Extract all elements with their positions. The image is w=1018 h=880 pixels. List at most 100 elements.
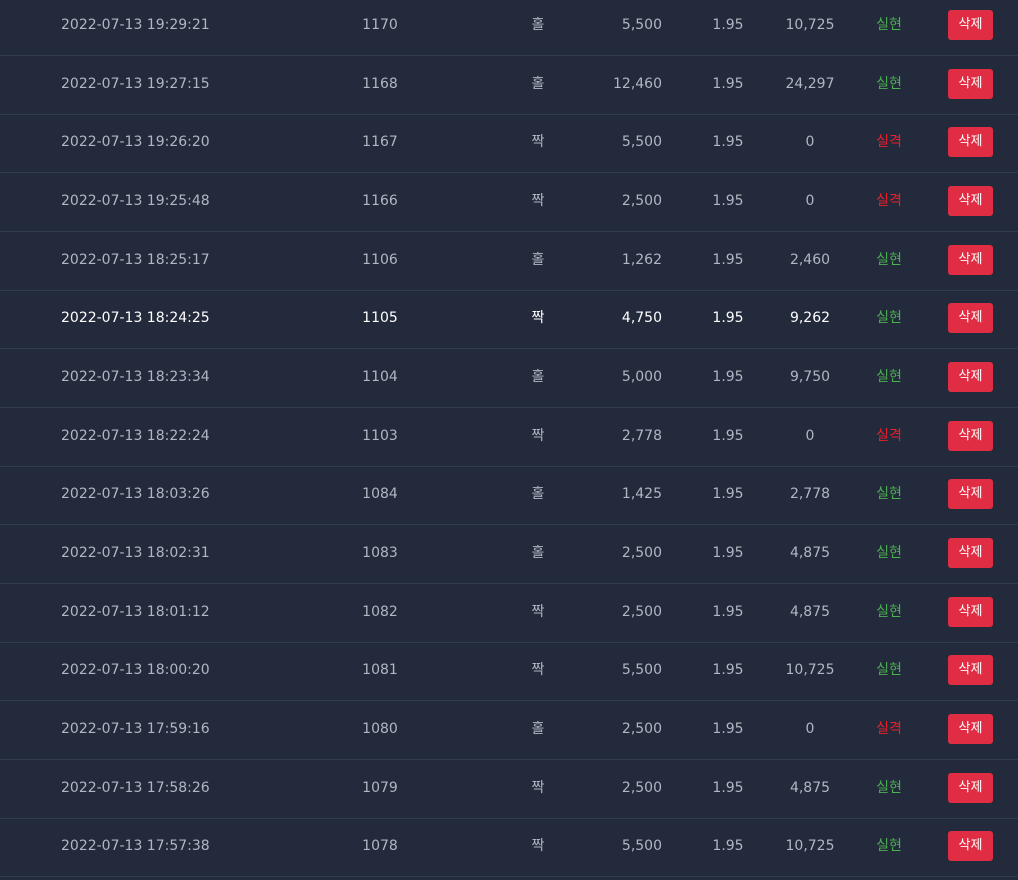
delete-button[interactable]: 삭제 — [948, 538, 993, 569]
pick: 홀 — [531, 75, 545, 92]
pick: 홀 — [531, 369, 545, 386]
odds: 1.95 — [712, 662, 744, 679]
pick: 홀 — [531, 545, 545, 562]
delete-button[interactable]: 삭제 — [948, 10, 993, 40]
result-badge: 실현 — [876, 545, 902, 562]
payout-amount: 0 — [805, 193, 815, 209]
round-number: 1166 — [362, 193, 398, 209]
result-badge: 실현 — [876, 17, 902, 33]
payout-amount: 0 — [805, 134, 815, 151]
delete-button[interactable]: 삭제 — [948, 714, 993, 745]
odds: 1.95 — [712, 134, 744, 151]
delete-button[interactable]: 삭제 — [948, 244, 993, 275]
pick: 홀 — [531, 251, 545, 268]
bet-amount: 5,500 — [621, 662, 662, 679]
result-badge: 실격 — [876, 427, 902, 444]
bet-time: 2022-07-13 19:29:21 — [61, 17, 210, 33]
payout-amount: 0 — [805, 721, 815, 738]
pick: 홀 — [531, 721, 545, 738]
bet-time: 2022-07-13 18:00:20 — [61, 662, 210, 679]
bet-amount: 2,500 — [621, 545, 662, 562]
bet-amount: 2,500 — [621, 603, 662, 620]
bet-time: 2022-07-13 18:03:26 — [61, 486, 210, 503]
table-row: 2022-07-13 17:58:26 1079 짝 2,500 1.95 4,… — [0, 761, 1018, 819]
payout-amount: 2,460 — [789, 251, 831, 268]
payout-amount: 9,750 — [789, 369, 831, 386]
bet-time: 2022-07-13 17:57:38 — [61, 838, 210, 855]
bet-time: 2022-07-13 19:26:20 — [61, 134, 210, 151]
bet-amount: 4,750 — [621, 310, 662, 327]
round-number: 1084 — [362, 486, 398, 503]
delete-button[interactable]: 삭제 — [948, 420, 993, 451]
bet-amount: 1,262 — [621, 251, 662, 268]
delete-button[interactable]: 삭제 — [948, 127, 993, 158]
bet-amount: 2,500 — [621, 779, 662, 796]
odds: 1.95 — [712, 603, 744, 620]
pick: 홀 — [531, 486, 545, 503]
delete-button[interactable]: 삭제 — [948, 655, 993, 686]
payout-amount: 9,262 — [789, 310, 831, 327]
result-badge: 실현 — [876, 486, 902, 503]
bet-amount: 1,425 — [621, 486, 662, 503]
table-row: 2022-07-13 17:57:38 1078 짝 5,500 1.95 10… — [0, 819, 1018, 878]
delete-button[interactable]: 삭제 — [948, 479, 993, 510]
payout-amount: 4,875 — [789, 545, 831, 562]
round-number: 1080 — [362, 721, 398, 738]
delete-button[interactable]: 삭제 — [948, 186, 993, 216]
odds: 1.95 — [712, 838, 744, 855]
result-badge: 실현 — [876, 75, 902, 92]
payout-amount: 4,875 — [789, 603, 831, 620]
bet-amount: 5,500 — [621, 17, 662, 33]
delete-button[interactable]: 삭제 — [948, 772, 993, 803]
bet-history-table: 2022-07-13 19:29:21 1170 홀 5,500 1.95 10… — [0, 0, 1018, 880]
bet-amount: 2,500 — [621, 721, 662, 738]
pick: 짝 — [531, 603, 545, 620]
table-row: 2022-07-13 19:25:48 1166 짝 2,500 1.95 0 … — [0, 174, 1018, 232]
pick: 짝 — [531, 310, 545, 327]
round-number: 1079 — [362, 779, 398, 796]
round-number: 1082 — [362, 603, 398, 620]
bet-time: 2022-07-13 17:59:16 — [61, 721, 210, 738]
delete-button[interactable]: 삭제 — [948, 831, 993, 862]
pick: 홀 — [531, 17, 545, 33]
payout-amount: 2,778 — [789, 486, 831, 503]
result-badge: 실현 — [876, 251, 902, 268]
odds: 1.95 — [712, 310, 744, 327]
pick: 짝 — [531, 427, 545, 444]
table-row: 2022-07-13 17:59:16 1080 홀 2,500 1.95 0 … — [0, 702, 1018, 761]
delete-button[interactable]: 삭제 — [948, 68, 993, 99]
bet-time: 2022-07-13 18:01:12 — [61, 603, 210, 620]
payout-amount: 24,297 — [785, 75, 835, 92]
result-badge: 실격 — [876, 193, 902, 209]
odds: 1.95 — [712, 251, 744, 268]
delete-button[interactable]: 삭제 — [948, 362, 993, 393]
payout-amount: 10,725 — [785, 662, 835, 679]
odds: 1.95 — [712, 75, 744, 92]
result-badge: 실현 — [876, 603, 902, 620]
table-row: 2022-07-13 18:03:26 1084 홀 1,425 1.95 2,… — [0, 467, 1018, 526]
pick: 짝 — [531, 838, 545, 855]
table-row: 2022-07-13 19:26:20 1167 짝 5,500 1.95 0 … — [0, 115, 1018, 174]
table-row: 2022-07-13 18:22:24 1103 짝 2,778 1.95 0 … — [0, 409, 1018, 467]
round-number: 1104 — [362, 369, 398, 386]
odds: 1.95 — [712, 369, 744, 386]
bet-time: 2022-07-13 18:24:25 — [61, 310, 210, 327]
table-row: 2022-07-13 18:00:20 1081 짝 5,500 1.95 10… — [0, 643, 1018, 702]
table-row: 2022-07-13 18:02:31 1083 홀 2,500 1.95 4,… — [0, 526, 1018, 585]
result-badge: 실격 — [876, 721, 902, 738]
result-badge: 실현 — [876, 310, 902, 327]
odds: 1.95 — [712, 545, 744, 562]
round-number: 1083 — [362, 545, 398, 562]
bet-amount: 5,000 — [621, 369, 662, 386]
delete-button[interactable]: 삭제 — [948, 596, 993, 627]
bet-time: 2022-07-13 18:25:17 — [61, 251, 210, 268]
table-row: 2022-07-13 19:27:15 1168 홀 12,460 1.95 2… — [0, 57, 1018, 115]
odds: 1.95 — [712, 779, 744, 796]
odds: 1.95 — [712, 427, 744, 444]
bet-time: 2022-07-13 17:58:26 — [61, 779, 210, 796]
delete-button[interactable]: 삭제 — [948, 303, 993, 334]
bet-time: 2022-07-13 19:27:15 — [61, 75, 210, 92]
bet-amount: 5,500 — [621, 838, 662, 855]
pick: 짝 — [531, 193, 545, 209]
round-number: 1168 — [362, 75, 398, 92]
